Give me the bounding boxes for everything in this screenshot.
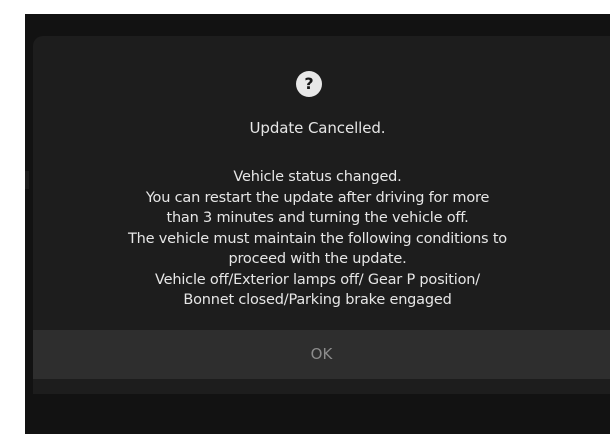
message-line: Vehicle status changed. xyxy=(233,169,402,185)
message-line: Vehicle off/Exterior lamps off/ Gear P p… xyxy=(155,271,480,288)
dialog-title: Update Cancelled. xyxy=(249,119,386,137)
message-line: The vehicle must maintain the following … xyxy=(128,230,507,247)
question-mark-icon: ? xyxy=(296,71,322,97)
dialog-message: Vehicle status changed. You can restart … xyxy=(25,167,610,311)
message-line: than 3 minutes and turning the vehicle o… xyxy=(166,210,469,226)
message-line: proceed with the update. xyxy=(228,251,407,267)
ok-button[interactable]: OK xyxy=(33,330,610,379)
message-line: You can restart the update after driving… xyxy=(145,189,490,206)
message-line: Bonnet closed/Parking brake engaged xyxy=(183,292,452,308)
